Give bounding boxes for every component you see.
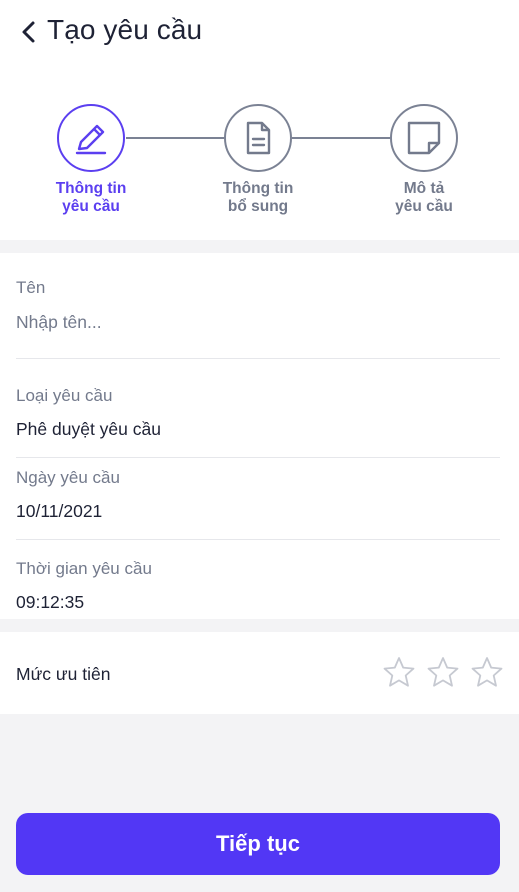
star-icon[interactable] (427, 656, 459, 688)
chevron-left-icon (22, 21, 35, 43)
page-title: Tạo yêu cầu (47, 14, 203, 45)
request-form: Tên Loại yêu cầu Phê duyệt yêu cầu Ngày … (0, 253, 519, 619)
document-icon (246, 121, 271, 155)
step-description[interactable]: Mô tả yêu cầu (359, 104, 489, 216)
name-field: Tên (16, 278, 500, 333)
type-field[interactable]: Loại yêu cầu Phê duyệt yêu cầu (16, 386, 500, 440)
divider (16, 358, 500, 359)
priority-label: Mức ưu tiên (16, 664, 111, 684)
name-input[interactable] (16, 312, 500, 333)
time-value: 09:12:35 (16, 592, 85, 612)
back-button[interactable] (14, 16, 44, 48)
time-label: Thời gian yêu cầu (16, 559, 152, 578)
type-value: Phê duyệt yêu cầu (16, 419, 161, 439)
star-icon[interactable] (383, 656, 415, 688)
note-icon (407, 121, 441, 155)
step-request-info[interactable]: Thông tin yêu cầu (26, 104, 156, 216)
stepper: Thông tin yêu cầu Thông tin bổ sung Mô t… (0, 104, 519, 224)
step-circle (224, 104, 292, 172)
step-circle (57, 104, 125, 172)
type-label: Loại yêu cầu (16, 386, 113, 405)
header: Tạo yêu cầu Thông tin yêu cầu Thông tin … (0, 0, 519, 240)
name-label: Tên (16, 278, 46, 297)
time-field[interactable]: Thời gian yêu cầu 09:12:35 (16, 559, 500, 613)
step-label: Mô tả yêu cầu (395, 180, 453, 215)
step-label: Thông tin yêu cầu (55, 180, 127, 215)
priority-section: Mức ưu tiên (0, 632, 519, 714)
step-label: Thông tin bổ sung (222, 180, 294, 215)
step-additional-info[interactable]: Thông tin bổ sung (193, 104, 323, 216)
continue-button[interactable]: Tiếp tục (16, 813, 500, 875)
divider (16, 539, 500, 540)
date-label: Ngày yêu cầu (16, 468, 120, 487)
divider (16, 457, 500, 458)
step-circle (390, 104, 458, 172)
priority-rating (383, 656, 503, 688)
star-icon[interactable] (471, 656, 503, 688)
pencil-icon (75, 124, 107, 155)
date-field[interactable]: Ngày yêu cầu 10/11/2021 (16, 468, 500, 522)
date-value: 10/11/2021 (16, 501, 103, 521)
